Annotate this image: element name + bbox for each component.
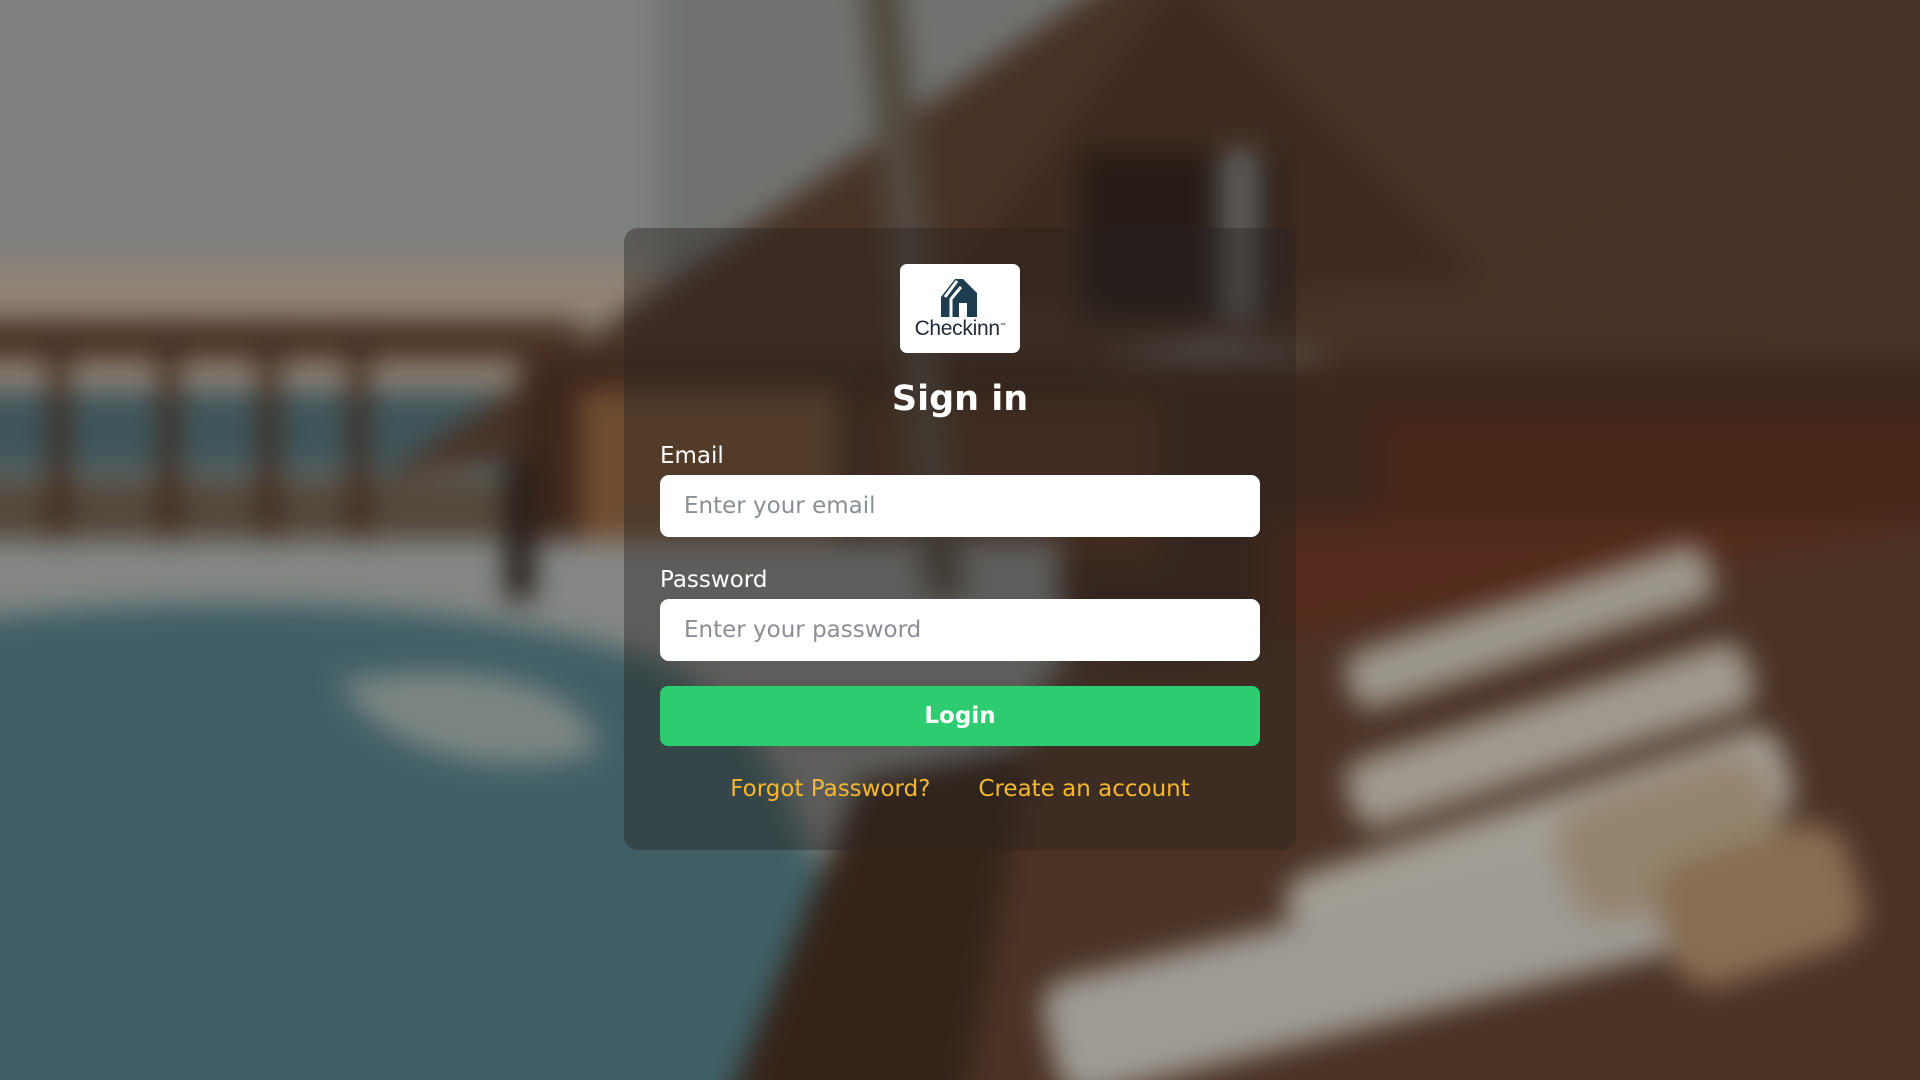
create-account-link[interactable]: Create an account (978, 776, 1189, 802)
sign-in-card: Checkinn™ Sign in Email Password Login F… (624, 228, 1296, 850)
house-logo-icon (941, 278, 977, 317)
login-button[interactable]: Login (660, 686, 1260, 746)
auth-links: Forgot Password? Create an account (660, 776, 1260, 802)
forgot-password-link[interactable]: Forgot Password? (730, 776, 930, 802)
email-input[interactable] (660, 475, 1260, 537)
password-label: Password (660, 567, 768, 593)
checkinn-logo: Checkinn™ (900, 264, 1020, 353)
logo-wordmark: Checkinn™ (914, 316, 1006, 340)
email-label: Email (660, 443, 724, 469)
password-input[interactable] (660, 599, 1260, 661)
page-title: Sign in (891, 379, 1029, 419)
